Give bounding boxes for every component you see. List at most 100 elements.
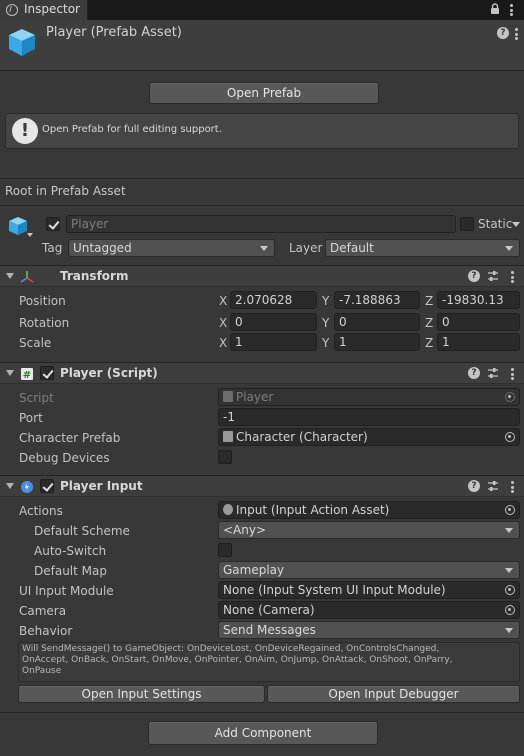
tab-inspector[interactable]: Inspector <box>0 0 88 20</box>
axis-z-label[interactable]: Z <box>425 294 433 308</box>
svg-text:#: # <box>23 370 31 381</box>
active-checkbox[interactable] <box>46 217 60 231</box>
port-label: Port <box>19 411 43 425</box>
prefab-cube-icon <box>9 29 35 56</box>
position-label: Position <box>19 294 66 308</box>
warning-icon: ! <box>12 118 38 144</box>
scale-z-field[interactable]: 1 <box>437 333 520 351</box>
rotation-z-field[interactable]: 0 <box>437 313 520 331</box>
player-script-header[interactable]: # Player (Script) ? <box>0 362 524 384</box>
behavior-dropdown[interactable]: Send Messages <box>218 621 520 639</box>
axis-z-label[interactable]: Z <box>425 316 433 330</box>
foldout-arrow-icon[interactable] <box>6 483 14 489</box>
behavior-info-box: Will SendMessage() to GameObject: OnDevi… <box>18 642 520 682</box>
root-label: Root in Prefab Asset <box>5 184 126 198</box>
chevron-down-icon[interactable] <box>27 233 33 237</box>
help-icon[interactable]: ? <box>468 480 480 492</box>
axis-z-label[interactable]: Z <box>425 336 433 350</box>
default-scheme-label: Default Scheme <box>34 524 130 538</box>
port-field[interactable]: -1 <box>218 408 520 426</box>
add-component-button[interactable]: Add Component <box>148 721 378 745</box>
lock-icon[interactable] <box>490 3 500 15</box>
object-picker-icon[interactable] <box>505 585 515 595</box>
position-y-field[interactable]: -7.188863 <box>334 291 420 309</box>
object-picker-icon[interactable] <box>505 432 515 442</box>
axis-x-label[interactable]: X <box>219 294 227 308</box>
behavior-label: Behavior <box>19 624 73 638</box>
script-icon <box>223 391 233 402</box>
preset-icon[interactable] <box>487 270 499 282</box>
preset-icon[interactable] <box>487 367 499 379</box>
static-label[interactable]: Static <box>478 217 512 231</box>
ui-input-module-value: None (Input System UI Input Module) <box>223 583 446 597</box>
info-icon <box>6 4 18 16</box>
axis-y-label[interactable]: Y <box>322 336 329 350</box>
layer-dropdown[interactable]: Default <box>325 239 520 257</box>
static-checkbox[interactable] <box>460 217 474 231</box>
input-action-asset-icon <box>223 504 233 515</box>
actions-value: Input (Input Action Asset) <box>236 503 390 517</box>
ui-input-module-field[interactable]: None (Input System UI Input Module) <box>218 581 520 599</box>
character-prefab-value: Character (Character) <box>236 430 368 444</box>
rotation-y-field[interactable]: 0 <box>334 313 420 331</box>
transform-header[interactable]: Transform ? <box>0 265 524 287</box>
debug-devices-label: Debug Devices <box>19 451 110 465</box>
actions-field[interactable]: Input (Input Action Asset) <box>218 501 520 519</box>
scale-x-field[interactable]: 1 <box>230 333 317 351</box>
divider <box>0 712 524 713</box>
info-helpbox: ! Open Prefab for full editing support. <box>5 113 519 149</box>
chevron-down-icon[interactable] <box>512 222 520 227</box>
help-icon[interactable]: ? <box>497 27 509 39</box>
open-prefab-button[interactable]: Open Prefab <box>149 82 379 104</box>
kebab-menu-icon[interactable] <box>511 368 515 380</box>
rotation-x-field[interactable]: 0 <box>230 313 317 331</box>
gameobject-name-field[interactable]: Player <box>66 215 456 233</box>
kebab-menu-icon[interactable] <box>511 481 515 493</box>
script-value: Player <box>236 390 274 404</box>
scale-label: Scale <box>19 336 52 350</box>
help-icon[interactable]: ? <box>468 367 480 379</box>
script-icon <box>223 431 233 442</box>
divider <box>0 178 524 179</box>
kebab-menu-icon[interactable] <box>515 28 519 40</box>
rotation-label: Rotation <box>19 316 70 330</box>
tag-label: Tag <box>42 241 63 255</box>
default-map-dropdown[interactable]: Gameplay <box>218 561 520 579</box>
kebab-menu-icon[interactable] <box>511 271 515 283</box>
helpbox-text: Open Prefab for full editing support. <box>42 124 222 135</box>
tag-dropdown[interactable]: Untagged <box>68 239 275 257</box>
object-picker-icon[interactable] <box>505 605 515 615</box>
kebab-menu-icon[interactable] <box>510 4 514 16</box>
divider <box>0 205 524 206</box>
debug-devices-checkbox[interactable] <box>218 450 232 464</box>
component-enabled-checkbox[interactable] <box>40 479 54 493</box>
axis-y-label[interactable]: Y <box>322 316 329 330</box>
character-prefab-field[interactable]: Character (Character) <box>218 428 520 446</box>
transform-title: Transform <box>60 269 129 283</box>
position-x-field[interactable]: 2.070628 <box>230 291 317 309</box>
layer-label: Layer <box>289 241 323 255</box>
object-picker-icon[interactable] <box>505 505 515 515</box>
foldout-arrow-icon[interactable] <box>6 273 14 279</box>
preset-icon[interactable] <box>487 480 499 492</box>
camera-label: Camera <box>19 604 67 618</box>
axis-y-label[interactable]: Y <box>322 294 329 308</box>
open-input-settings-button[interactable]: Open Input Settings <box>18 685 265 703</box>
auto-switch-checkbox[interactable] <box>218 543 232 557</box>
player-input-header[interactable]: Player Input ? <box>0 475 524 497</box>
component-enabled-checkbox[interactable] <box>40 366 54 380</box>
position-z-field[interactable]: -19830.13 <box>437 291 520 309</box>
camera-field[interactable]: None (Camera) <box>218 601 520 619</box>
axis-x-label[interactable]: X <box>219 316 227 330</box>
gameobject-cube-icon[interactable] <box>7 215 29 237</box>
transform-icon <box>20 271 34 283</box>
asset-header: Player (Prefab Asset) ? <box>0 20 524 71</box>
default-scheme-dropdown[interactable]: <Any> <box>218 521 520 539</box>
help-icon[interactable]: ? <box>468 270 480 282</box>
player-input-title: Player Input <box>60 479 143 493</box>
foldout-arrow-icon[interactable] <box>6 370 14 376</box>
axis-x-label[interactable]: X <box>219 336 227 350</box>
open-input-debugger-button[interactable]: Open Input Debugger <box>267 685 520 703</box>
scale-y-field[interactable]: 1 <box>334 333 420 351</box>
script-field: Player <box>218 388 520 406</box>
